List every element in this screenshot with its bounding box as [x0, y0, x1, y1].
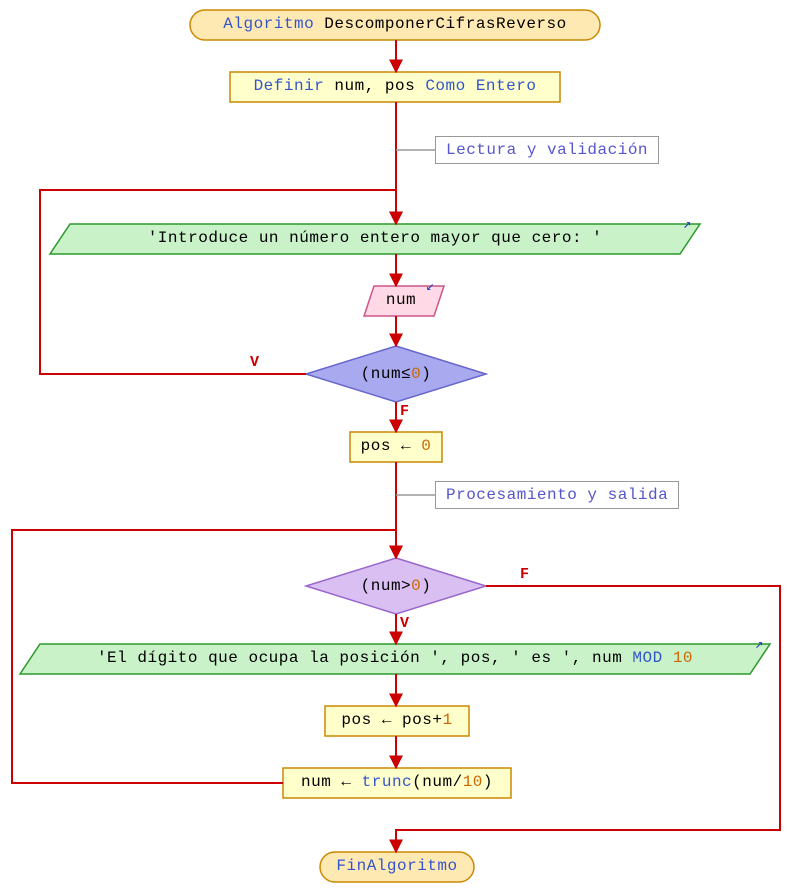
decision1-true-label: V: [250, 354, 260, 371]
input-arrow-icon: ↙: [426, 278, 435, 295]
start-name: DescomponerCifrasReverso: [324, 15, 566, 33]
cond1-var: num: [371, 365, 401, 383]
out2-mod: MOD: [632, 649, 662, 667]
cond1-open: (: [361, 365, 371, 383]
out2-p1: 'El dígito que ocupa la posición ': [97, 649, 440, 667]
assign3-node: num ← trunc(num/10): [283, 773, 511, 791]
out2-ten: 10: [673, 649, 693, 667]
assign3-func: trunc: [362, 773, 413, 791]
comment1-text: Lectura y validación: [446, 141, 648, 159]
end-text: FinAlgoritmo: [336, 857, 457, 875]
decision1-node: (num≤0): [306, 365, 486, 383]
assign1-node: pos ← 0: [350, 437, 442, 455]
assign2-eval: 1: [442, 711, 452, 729]
cond1-close: ): [421, 365, 431, 383]
comment1-box: Lectura y validación: [435, 136, 659, 164]
decision2-false-label: F: [520, 566, 530, 583]
out2-v1: pos: [461, 649, 491, 667]
output-arrow-icon: ↗: [683, 216, 692, 233]
out2-c1: ,: [440, 649, 450, 667]
assign1-var: pos: [361, 437, 391, 455]
output2-arrow-icon: ↗: [755, 636, 764, 653]
start-keyword: Algoritmo: [223, 15, 314, 33]
assign2-node: pos ← pos+1: [325, 711, 469, 729]
define-kw1: Definir: [254, 77, 325, 95]
start-node: Algoritmo DescomponerCifrasReverso: [190, 15, 600, 33]
decision2-node: (num>0): [306, 577, 486, 595]
output1-text: 'Introduce un número entero mayor que ce…: [148, 229, 603, 247]
define-type: Entero: [476, 77, 537, 95]
out2-v2: num: [592, 649, 622, 667]
out2-c3: ,: [572, 649, 582, 667]
out2-c2: ,: [491, 649, 501, 667]
out2-p2: ' es ': [511, 649, 572, 667]
define-node: Definir num, pos Como Entero: [230, 77, 560, 95]
cond2-close: ): [421, 577, 431, 595]
cond2-open: (: [361, 577, 371, 595]
cond1-zero: 0: [411, 365, 421, 383]
output1-node: 'Introduce un número entero mayor que ce…: [50, 229, 700, 247]
assign3-arrow: ←: [341, 773, 351, 791]
comment2-box: Procesamiento y salida: [435, 481, 679, 509]
input1-text: num: [386, 291, 416, 309]
assign3-slash: /: [453, 773, 463, 791]
assign2-eop: +: [432, 711, 442, 729]
output2-node: 'El dígito que ocupa la posición ', pos,…: [20, 649, 770, 667]
assign3-open: (: [412, 773, 422, 791]
assign2-arrow: ←: [382, 711, 392, 729]
decision2-true-label: V: [400, 615, 410, 632]
end-node: FinAlgoritmo: [320, 857, 474, 875]
comment2-text: Procesamiento y salida: [446, 486, 668, 504]
cond1-op: ≤: [401, 365, 411, 383]
decision1-false-label: F: [400, 403, 410, 420]
cond2-var: num: [371, 577, 401, 595]
assign2-var: pos: [341, 711, 371, 729]
assign3-var: num: [301, 773, 331, 791]
assign3-v: num: [422, 773, 452, 791]
define-vars: num, pos: [334, 77, 415, 95]
define-kw2: Como: [425, 77, 465, 95]
cond2-zero: 0: [411, 577, 421, 595]
assign1-arrow: ←: [401, 437, 411, 455]
assign1-val: 0: [421, 437, 431, 455]
cond2-op: >: [401, 577, 411, 595]
assign3-ten: 10: [463, 773, 483, 791]
assign3-close: ): [483, 773, 493, 791]
assign2-evar: pos: [402, 711, 432, 729]
